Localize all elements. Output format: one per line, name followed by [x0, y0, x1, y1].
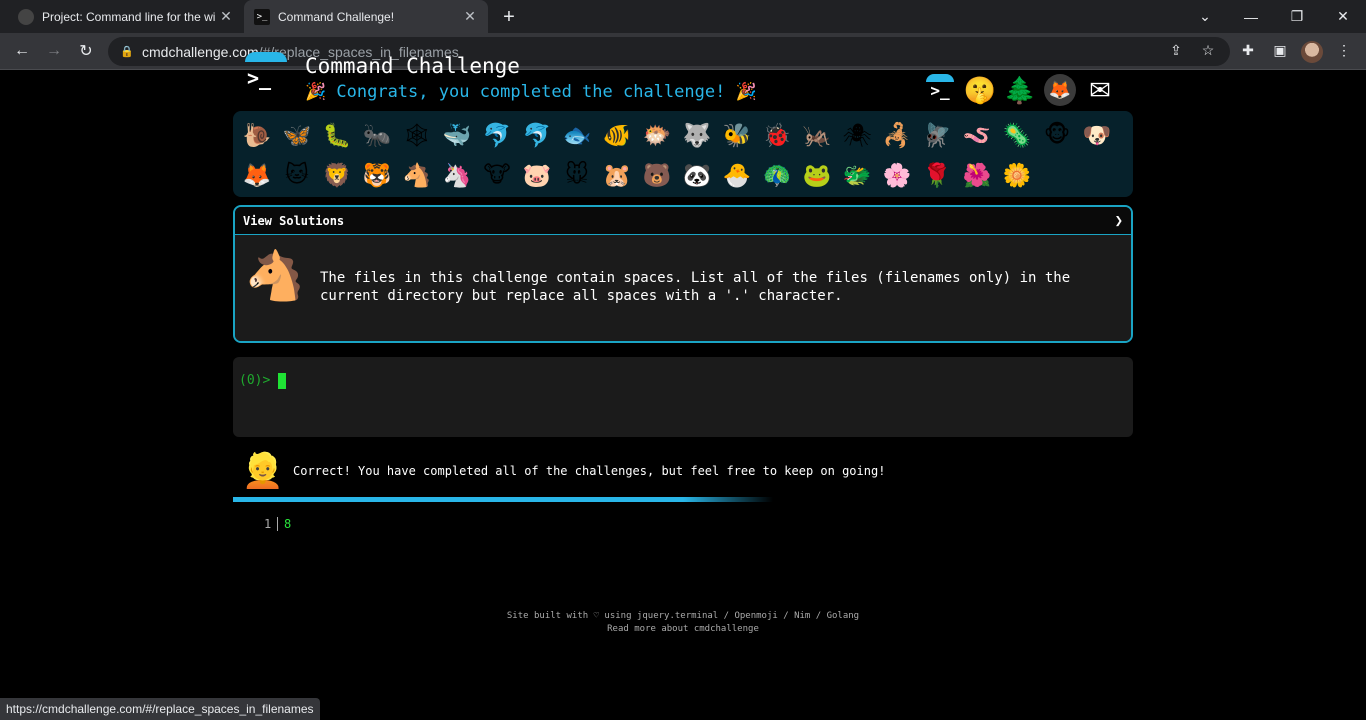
- challenge-emoji-icon[interactable]: 🐻: [637, 155, 677, 195]
- challenge-emoji-icon[interactable]: 🌸: [877, 155, 917, 195]
- side-panel-icon[interactable]: ▣: [1267, 37, 1293, 63]
- terminal-favicon-icon: >_: [254, 8, 270, 25]
- challenge-emoji-icon[interactable]: 🕷: [837, 115, 877, 155]
- line-value: 8: [284, 517, 292, 531]
- challenge-emoji-icon[interactable]: 🦋: [277, 115, 317, 155]
- profile-avatar[interactable]: [1301, 41, 1323, 63]
- challenge-emoji-icon[interactable]: 🦊: [237, 155, 277, 195]
- forward-arrow-icon[interactable]: →: [41, 38, 67, 64]
- challenge-emoji-icon[interactable]: 🐱: [277, 155, 317, 195]
- person-icon: 👱: [241, 452, 285, 490]
- status-bar-url: https://cmdchallenge.com/#/replace_space…: [0, 698, 320, 720]
- menu-dots-icon[interactable]: ⋮: [1331, 37, 1357, 63]
- challenge-emoji-icon[interactable]: 🐮: [477, 155, 517, 195]
- view-solutions-toggle[interactable]: View Solutions ❯: [235, 207, 1131, 235]
- tab-search-chevron-icon[interactable]: ⌄: [1182, 0, 1228, 33]
- challenge-emoji-icon[interactable]: 🦄: [437, 155, 477, 195]
- restore-icon[interactable]: ❐: [1274, 0, 1320, 33]
- challenge-emoji-icon[interactable]: 🐜: [357, 115, 397, 155]
- footer-read-more-link[interactable]: Read more about cmdchallenge: [483, 623, 883, 636]
- challenge-emoji-icon[interactable]: 🐳: [437, 115, 477, 155]
- share-icon[interactable]: ⇪: [1163, 37, 1189, 63]
- output-line: 18: [264, 517, 291, 531]
- challenge-emoji-icon[interactable]: 🐵: [1037, 115, 1077, 155]
- challenge-emoji-icon[interactable]: 🌹: [917, 155, 957, 195]
- tab-bar: Project: Command line for the wi ✕ >_ Co…: [0, 0, 1366, 33]
- challenge-emoji-grid: 🐌 🦋 🐛 🐜 🕸 🐳 🐬 🐬 🐟 🐠 🐡 🐺 🐝 🐞 🦗 🕷 🦂 🪰 🪱 🦠 🐵 🐶 🦊 🐱 🦁 🐯 🐴 🦄 🐮 🐷 🐭 🐹 🐻 🐼 🐣 🦚 🐸 🐲 🌸…: [233, 111, 1133, 197]
- reload-icon[interactable]: ↻: [73, 38, 99, 64]
- tab-title: Project: Command line for the wi: [42, 9, 216, 24]
- terminal-input[interactable]: (0)>: [233, 357, 1133, 437]
- site-header: >_ Command Challenge 🎉 Congrats, you com…: [233, 48, 1133, 108]
- challenge-emoji-icon[interactable]: 🐠: [597, 115, 637, 155]
- minimize-icon[interactable]: —: [1228, 0, 1274, 33]
- github-icon: [18, 8, 34, 25]
- challenge-emoji-icon[interactable]: 🐷: [517, 155, 557, 195]
- challenge-emoji-icon[interactable]: 🐬: [517, 115, 557, 155]
- window-close-icon[interactable]: ✕: [1320, 0, 1366, 33]
- challenge-emoji-icon[interactable]: 🐛: [317, 115, 357, 155]
- view-solutions-label: View Solutions: [243, 213, 345, 228]
- page-title: Command Challenge: [305, 54, 520, 78]
- challenge-emoji-icon[interactable]: 🐌: [237, 115, 277, 155]
- challenge-description: The files in this challenge contain spac…: [320, 270, 1071, 304]
- emoji-row-1: 🐌 🦋 🐛 🐜 🕸 🐳 🐬 🐬 🐟 🐠 🐡 🐺 🐝 🐞 🦗 🕷 🦂 🪰 🪱 🦠 🐵 🐶: [237, 115, 1129, 155]
- logo-terminal-icon[interactable]: >_: [239, 52, 287, 98]
- challenge-emoji-icon[interactable]: 🐴: [397, 155, 437, 195]
- result-message: 👱 Correct! You have completed all of the…: [233, 447, 1133, 495]
- challenge-emoji-icon[interactable]: 🐣: [717, 155, 757, 195]
- challenge-emoji-icon[interactable]: 🐞: [757, 115, 797, 155]
- bookmark-star-icon[interactable]: ☆: [1195, 37, 1221, 63]
- tab-command-challenge[interactable]: >_ Command Challenge! ✕: [244, 0, 488, 33]
- challenge-emoji-icon[interactable]: 🐟: [557, 115, 597, 155]
- line-number: 1: [264, 517, 278, 531]
- challenge-emoji-icon[interactable]: 🐭: [557, 155, 597, 195]
- extensions-puzzle-icon[interactable]: ✚: [1235, 37, 1261, 63]
- challenge-emoji-icon[interactable]: 🪱: [957, 115, 997, 155]
- challenge-emoji-icon[interactable]: 🌺: [957, 155, 997, 195]
- challenge-emoji-icon[interactable]: 🦚: [757, 155, 797, 195]
- challenge-emoji-icon[interactable]: 🦁: [317, 155, 357, 195]
- challenge-emoji-icon[interactable]: 🐡: [637, 115, 677, 155]
- emoji-row-2: 🦊 🐱 🦁 🐯 🐴 🦄 🐮 🐷 🐭 🐹 🐻 🐼 🐣 🦚 🐸 🐲 🌸 🌹 🌺 🌼: [237, 155, 1129, 195]
- terminal-prompt: (0)>: [239, 373, 271, 388]
- close-icon[interactable]: ✕: [218, 8, 234, 25]
- challenge-emoji-icon[interactable]: 🐹: [597, 155, 637, 195]
- challenge-emoji-icon[interactable]: 🪰: [917, 115, 957, 155]
- tab-project[interactable]: Project: Command line for the wi ✕: [8, 0, 244, 33]
- challenge-description-box: 🐴 The files in this challenge contain sp…: [235, 235, 1131, 341]
- challenge-emoji-icon[interactable]: 🐬: [477, 115, 517, 155]
- horse-icon: 🐴: [245, 249, 305, 303]
- congrats-message: 🎉 Congrats, you completed the challenge!…: [305, 82, 757, 102]
- challenge-emoji-icon[interactable]: 🐸: [797, 155, 837, 195]
- terminal-cursor: [278, 373, 287, 389]
- challenge-emoji-icon[interactable]: 🦗: [797, 115, 837, 155]
- challenge-emoji-icon[interactable]: 🦠: [997, 115, 1037, 155]
- close-icon[interactable]: ✕: [462, 8, 478, 25]
- solutions-panel: View Solutions ❯ 🐴 The files in this cha…: [233, 205, 1133, 343]
- footer-credits: Site built with ♡ using jquery.terminal …: [506, 611, 860, 621]
- challenge-emoji-icon[interactable]: 🐯: [357, 155, 397, 195]
- challenge-emoji-icon[interactable]: 🐝: [717, 115, 757, 155]
- challenge-emoji-icon[interactable]: 🦂: [877, 115, 917, 155]
- challenge-emoji-icon[interactable]: 🐲: [837, 155, 877, 195]
- site-footer: Site built with ♡ using jquery.terminal …: [483, 610, 883, 636]
- challenge-emoji-icon[interactable]: 🐺: [677, 115, 717, 155]
- result-text: Correct! You have completed all of the c…: [293, 464, 886, 478]
- challenge-emoji-icon[interactable]: 🐶: [1077, 115, 1117, 155]
- tab-title: Command Challenge!: [278, 9, 395, 24]
- back-arrow-icon[interactable]: ←: [9, 38, 35, 64]
- progress-bar: [233, 497, 1133, 502]
- lock-icon: 🔒: [120, 46, 134, 58]
- challenge-emoji-icon[interactable]: 🌼: [997, 155, 1037, 195]
- challenge-emoji-icon[interactable]: 🐼: [677, 155, 717, 195]
- new-tab-plus-icon[interactable]: +: [498, 6, 520, 28]
- challenge-emoji-icon[interactable]: 🕸: [397, 115, 437, 155]
- chevron-right-icon: ❯: [1114, 212, 1123, 229]
